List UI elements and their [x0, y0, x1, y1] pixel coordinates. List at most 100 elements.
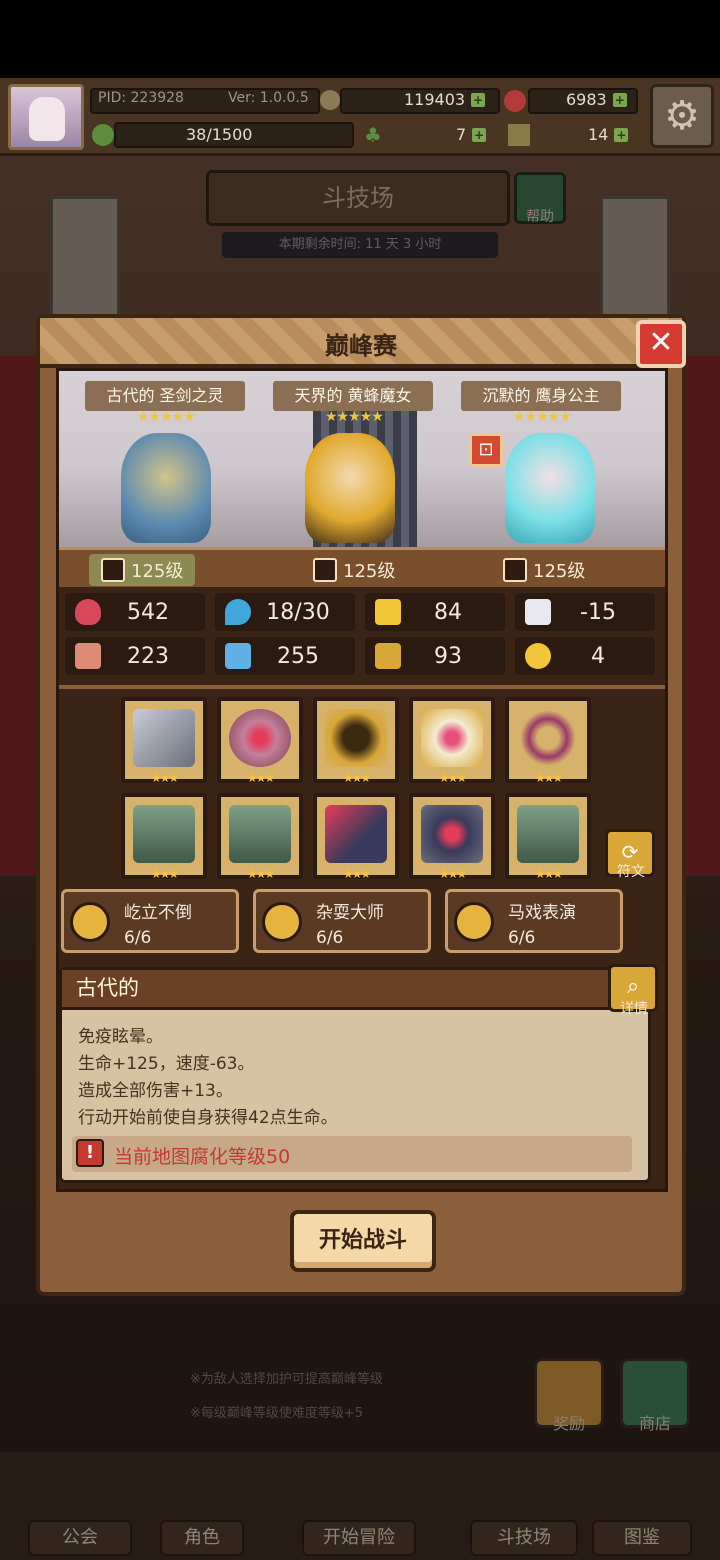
add-key-icon[interactable]: + — [614, 127, 629, 142]
status-bar-area — [0, 0, 720, 78]
hero-name-2: 天界的 黄蜂魔女 — [273, 381, 433, 411]
corruption-banner: ! 当前地图腐化等级50 — [72, 1136, 632, 1172]
scroll-icon — [375, 643, 401, 669]
set-name: 马戏表演 — [508, 903, 576, 923]
level-value-1: 125级 — [131, 561, 184, 582]
start-battle-button[interactable]: 开始战斗 — [290, 1210, 436, 1272]
affix-line-2: 生命+125，速度-63。 — [78, 1054, 255, 1074]
rune-label: 符文 — [617, 864, 645, 880]
set-name: 屹立不倒 — [124, 903, 192, 923]
hero-name-1: 古代的 圣剑之灵 — [85, 381, 245, 411]
stat-attack-value: 223 — [127, 643, 169, 669]
lock-icon[interactable]: ⊡ — [469, 433, 503, 467]
equip-slot-belt[interactable]: ★★★ — [409, 793, 495, 881]
key-level-icon — [313, 558, 337, 582]
modal-title: 巅峰赛 — [325, 332, 397, 360]
hero-sprite-holy-sword[interactable] — [121, 433, 211, 543]
set-bonus-1[interactable]: 屹立不倒 6/6 — [61, 889, 239, 953]
stamina-icon — [92, 124, 114, 146]
gem-value: 6983 — [566, 90, 607, 109]
stat-defense-value: 84 — [434, 599, 462, 625]
stat-mana-value: 18/30 — [266, 599, 330, 625]
add-gold-icon[interactable]: + — [471, 92, 486, 107]
key-amount: 14 + — [588, 125, 629, 144]
level-chip-1[interactable]: 125级 — [89, 554, 196, 586]
set-name: 杂耍大师 — [316, 903, 384, 923]
horseshoe-icon — [525, 643, 551, 669]
affix-lines: 免疫眩晕。 生命+125，速度-63。 造成全部伤害+13。 行动开始前使自身获… — [78, 1024, 338, 1132]
stat-armor-value: 93 — [434, 643, 462, 669]
equip-slot-gauntlet[interactable]: ★★★ — [313, 793, 399, 881]
chest-armor-icon — [229, 805, 291, 863]
boots-icon — [517, 805, 579, 863]
affix-description: 古代的 ⌕ 详情 免疫眩晕。 生命+125，速度-63。 造成全部伤害+13。 … — [59, 964, 658, 1183]
crossed-swords-icon — [133, 709, 195, 767]
hero-name-3: 沉默的 鹰身公主 — [461, 381, 621, 411]
modal-header: 巅峰赛 — [40, 318, 682, 368]
set-bonus-3[interactable]: 马戏表演 6/6 — [445, 889, 623, 953]
gold-amount: 119403 + — [404, 90, 486, 109]
close-button[interactable]: ✕ — [636, 320, 686, 368]
affix-line-1: 免疫眩晕。 — [78, 1027, 163, 1047]
level-value-2: 125级 — [343, 561, 396, 582]
gem-amount: 6983 + — [566, 90, 627, 109]
equip-slot-necklace[interactable]: ★★★ — [313, 697, 399, 785]
gold-value: 119403 — [404, 90, 466, 109]
stat-mana: 18/30 — [215, 593, 355, 631]
wing-icon — [525, 599, 551, 625]
section-divider — [59, 685, 665, 689]
ring-icon — [517, 709, 579, 767]
clover-value: 7 — [456, 125, 467, 144]
set-coin-icon — [70, 902, 110, 942]
affix-title: 古代的 — [62, 970, 648, 1010]
helmet-icon — [133, 805, 195, 863]
stat-hp-value: 542 — [127, 599, 169, 625]
hero-sprite-harpy-princess[interactable] — [505, 433, 595, 543]
add-gem-icon[interactable]: + — [612, 92, 627, 107]
equip-slot-ring[interactable]: ★★★ — [505, 697, 591, 785]
detail-label: 详情 — [620, 1001, 648, 1017]
equip-slot-star-amulet[interactable]: ★★★ — [409, 697, 495, 785]
stat-luck: 4 — [515, 637, 655, 675]
level-value-3: 125级 — [533, 561, 586, 582]
equip-slot-boots[interactable]: ★★★ — [505, 793, 591, 881]
settings-gear-icon[interactable] — [650, 84, 714, 148]
player-avatar[interactable] — [8, 84, 84, 150]
affix-line-4: 行动开始前使自身获得42点生命。 — [78, 1108, 338, 1128]
equip-slot-round-shield[interactable]: ★★★ — [217, 697, 303, 785]
gold-coin-icon — [320, 90, 340, 110]
set-bonus-2[interactable]: 杂耍大师 6/6 — [253, 889, 431, 953]
slot-stars: ★★★ — [150, 771, 179, 785]
rose-shield-icon — [229, 709, 291, 767]
gem-icon — [504, 90, 526, 112]
slot-stars: ★★★ — [246, 771, 275, 785]
slot-stars: ★★★ — [534, 771, 563, 785]
equip-slot-crossed-swords[interactable]: ★★★ — [121, 697, 207, 785]
slot-stars: ★★★ — [438, 867, 467, 881]
equip-slot-helmet[interactable]: ★★★ — [121, 793, 207, 881]
stat-armor: 93 — [365, 637, 505, 675]
sword-level-icon — [101, 558, 125, 582]
fist-icon — [75, 643, 101, 669]
peak-match-modal: 巅峰赛 ✕ 古代的 圣剑之灵 ★★★★★ 天界的 黄蜂魔女 ★★★★★ 沉默的 … — [36, 314, 686, 1296]
clover-icon: ♣ — [364, 123, 382, 147]
book-icon — [225, 643, 251, 669]
slot-stars: ★★★ — [534, 867, 563, 881]
level-chip-2[interactable]: 125级 — [313, 554, 395, 586]
set-coin-icon — [454, 902, 494, 942]
set-coin-icon — [262, 902, 302, 942]
stat-magic: 255 — [215, 637, 355, 675]
level-chip-3[interactable]: 125级 — [503, 554, 585, 586]
modal-content: 古代的 圣剑之灵 ★★★★★ 天界的 黄蜂魔女 ★★★★★ 沉默的 鹰身公主 ★… — [56, 368, 668, 1192]
slot-stars: ★★★ — [342, 771, 371, 785]
add-clover-icon[interactable]: + — [472, 127, 487, 142]
affix-line-3: 造成全部伤害+13。 — [78, 1081, 233, 1101]
equip-slot-chest-armor[interactable]: ★★★ — [217, 793, 303, 881]
belt-icon — [421, 805, 483, 863]
pid-text: PID: 223928 — [98, 90, 184, 106]
hero-sprite-wasp-witch[interactable] — [305, 433, 395, 543]
stat-speed: -15 — [515, 593, 655, 631]
level-bar: 125级 125级 125级 — [59, 547, 665, 587]
star-amulet-icon — [421, 709, 483, 767]
slot-stars: ★★★ — [246, 867, 275, 881]
